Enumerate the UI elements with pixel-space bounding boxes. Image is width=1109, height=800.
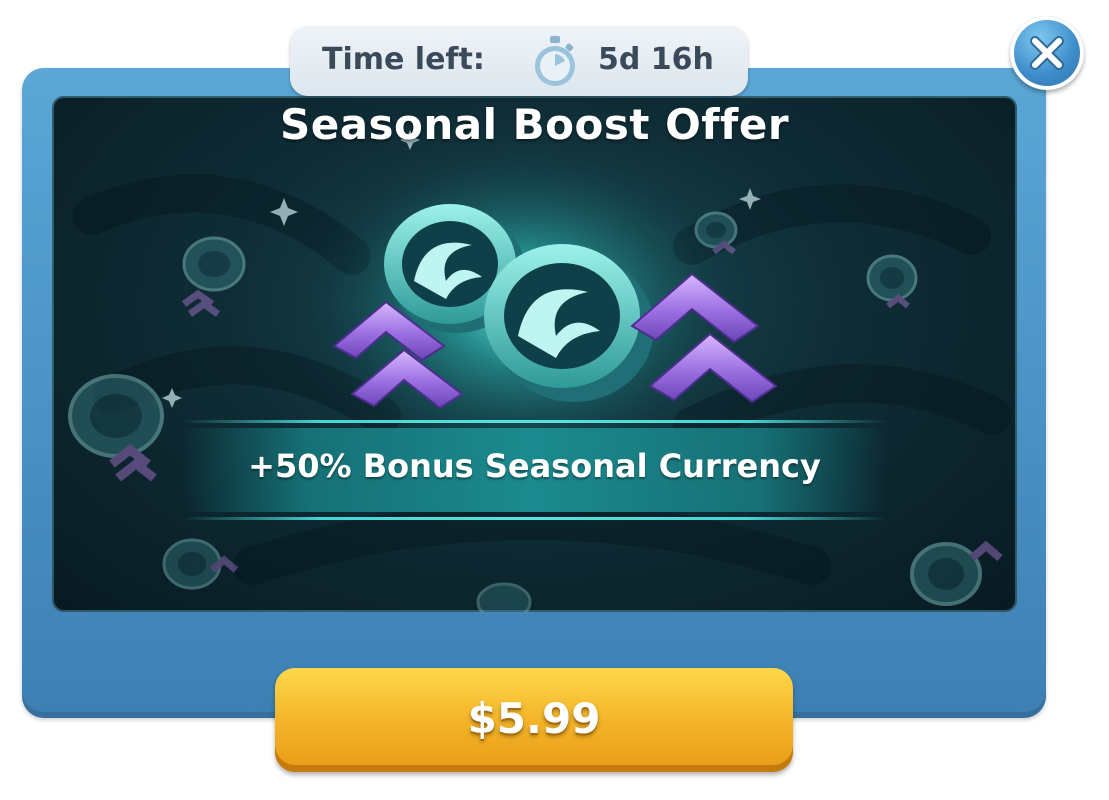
background-coin-icon: [162, 538, 239, 590]
price-label: $5.99: [467, 694, 601, 743]
close-button[interactable]: [1010, 16, 1084, 90]
background-coin-icon: [476, 582, 532, 612]
bonus-text: +50% Bonus Seasonal Currency: [248, 447, 821, 485]
time-left-label: Time left:: [322, 42, 485, 77]
bonus-banner: +50% Bonus Seasonal Currency: [182, 418, 887, 522]
background-coin-icon: [866, 254, 918, 309]
banner-top-line: [182, 420, 887, 423]
offer-panel: Seasonal Boost Offer +50% Bonus Seasonal…: [52, 96, 1017, 612]
background-coin-icon: [68, 374, 164, 482]
background-art: [68, 130, 1011, 612]
offer-title: Seasonal Boost Offer: [279, 100, 790, 149]
background-coin-icon: [910, 540, 1003, 606]
banner-bottom-line: [182, 517, 887, 520]
time-left-value: 5d 16h: [598, 42, 714, 77]
time-left-badge: Time left: 5d 16h: [290, 26, 748, 96]
close-icon: [1030, 36, 1064, 70]
background-coin-icon: [181, 236, 246, 317]
buy-button[interactable]: $5.99: [275, 668, 793, 772]
stopwatch-icon: [535, 36, 575, 86]
